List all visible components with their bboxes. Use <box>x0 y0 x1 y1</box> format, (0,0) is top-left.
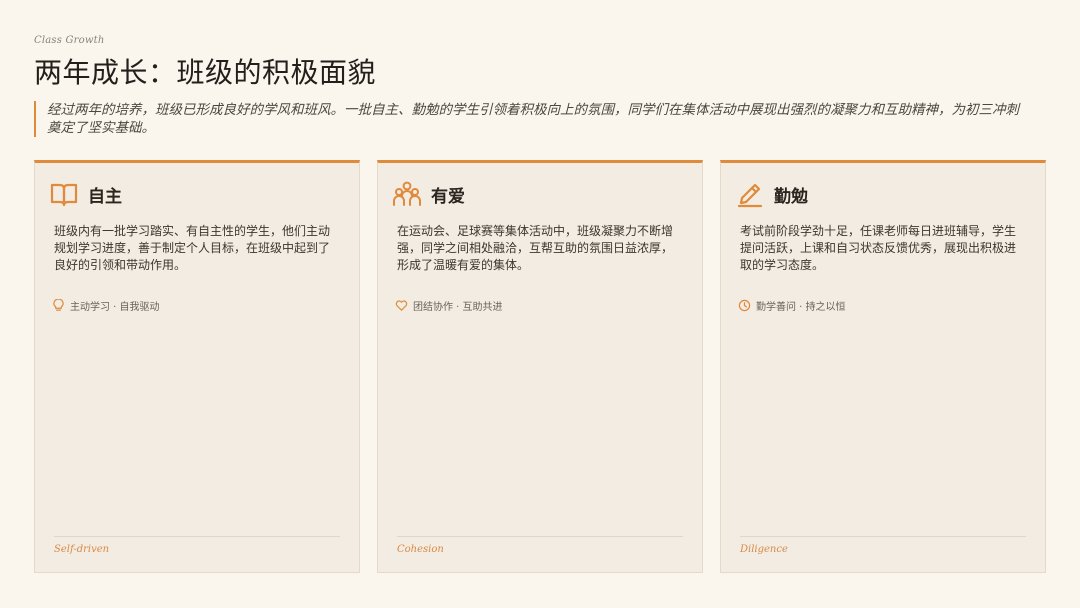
lightbulb-icon <box>52 299 65 312</box>
pencil-icon <box>736 180 764 208</box>
page-title: 两年成长：班级的积极面貌 <box>34 56 377 89</box>
card-diligence: 勤勉 考试前阶段学劲十足，任课老师每日进班辅导，学生提问活跃，上课和自习状态反馈… <box>720 160 1046 573</box>
card-divider <box>54 536 340 537</box>
card-tag: 勤学善问 · 持之以恒 <box>738 298 846 313</box>
card-tag-label: 主动学习 · 自我驱动 <box>70 302 160 313</box>
card-english-label: Self-driven <box>54 544 110 555</box>
card-tag: 团结协作 · 互助共进 <box>395 298 503 313</box>
card-divider <box>740 536 1026 537</box>
book-icon <box>50 180 78 208</box>
card-english-label: Cohesion <box>397 544 444 555</box>
card-title: 有爱 <box>431 186 465 207</box>
card-body: 考试前阶段学劲十足，任课老师每日进班辅导，学生提问活跃，上课和自习状态反馈优秀，… <box>740 224 1017 272</box>
eyebrow-label: Class Growth <box>34 35 105 46</box>
heart-icon <box>395 299 408 312</box>
card-self-driven: 自主 班级内有一批学习踏实、有自主性的学生，他们主动规划学习进度，善于制定个人目… <box>34 160 360 573</box>
clock-icon <box>738 299 751 312</box>
card-english-label: Diligence <box>740 544 788 555</box>
card-body: 班级内有一批学习踏实、有自主性的学生，他们主动规划学习进度，善于制定个人目标，在… <box>54 224 331 272</box>
card-tag-label: 团结协作 · 互助共进 <box>413 302 503 313</box>
intro-paragraph: 经过两年的培养，班级已形成良好的学风和班风。一批自主、勤勉的学生引领着积极向上的… <box>34 101 1032 137</box>
card-tag: 主动学习 · 自我驱动 <box>52 298 160 313</box>
people-icon <box>393 180 421 208</box>
card-header: 勤勉 <box>736 180 808 208</box>
card-title: 自主 <box>88 186 122 207</box>
card-header: 自主 <box>50 180 122 208</box>
card-body: 在运动会、足球赛等集体活动中，班级凝聚力不断增强，同学之间相处融洽，互帮互助的氛… <box>397 224 674 272</box>
card-title: 勤勉 <box>774 186 808 207</box>
card-divider <box>397 536 683 537</box>
card-tag-label: 勤学善问 · 持之以恒 <box>756 302 846 313</box>
card-header: 有爱 <box>393 180 465 208</box>
card-cohesion: 有爱 在运动会、足球赛等集体活动中，班级凝聚力不断增强，同学之间相处融洽，互帮互… <box>377 160 703 573</box>
